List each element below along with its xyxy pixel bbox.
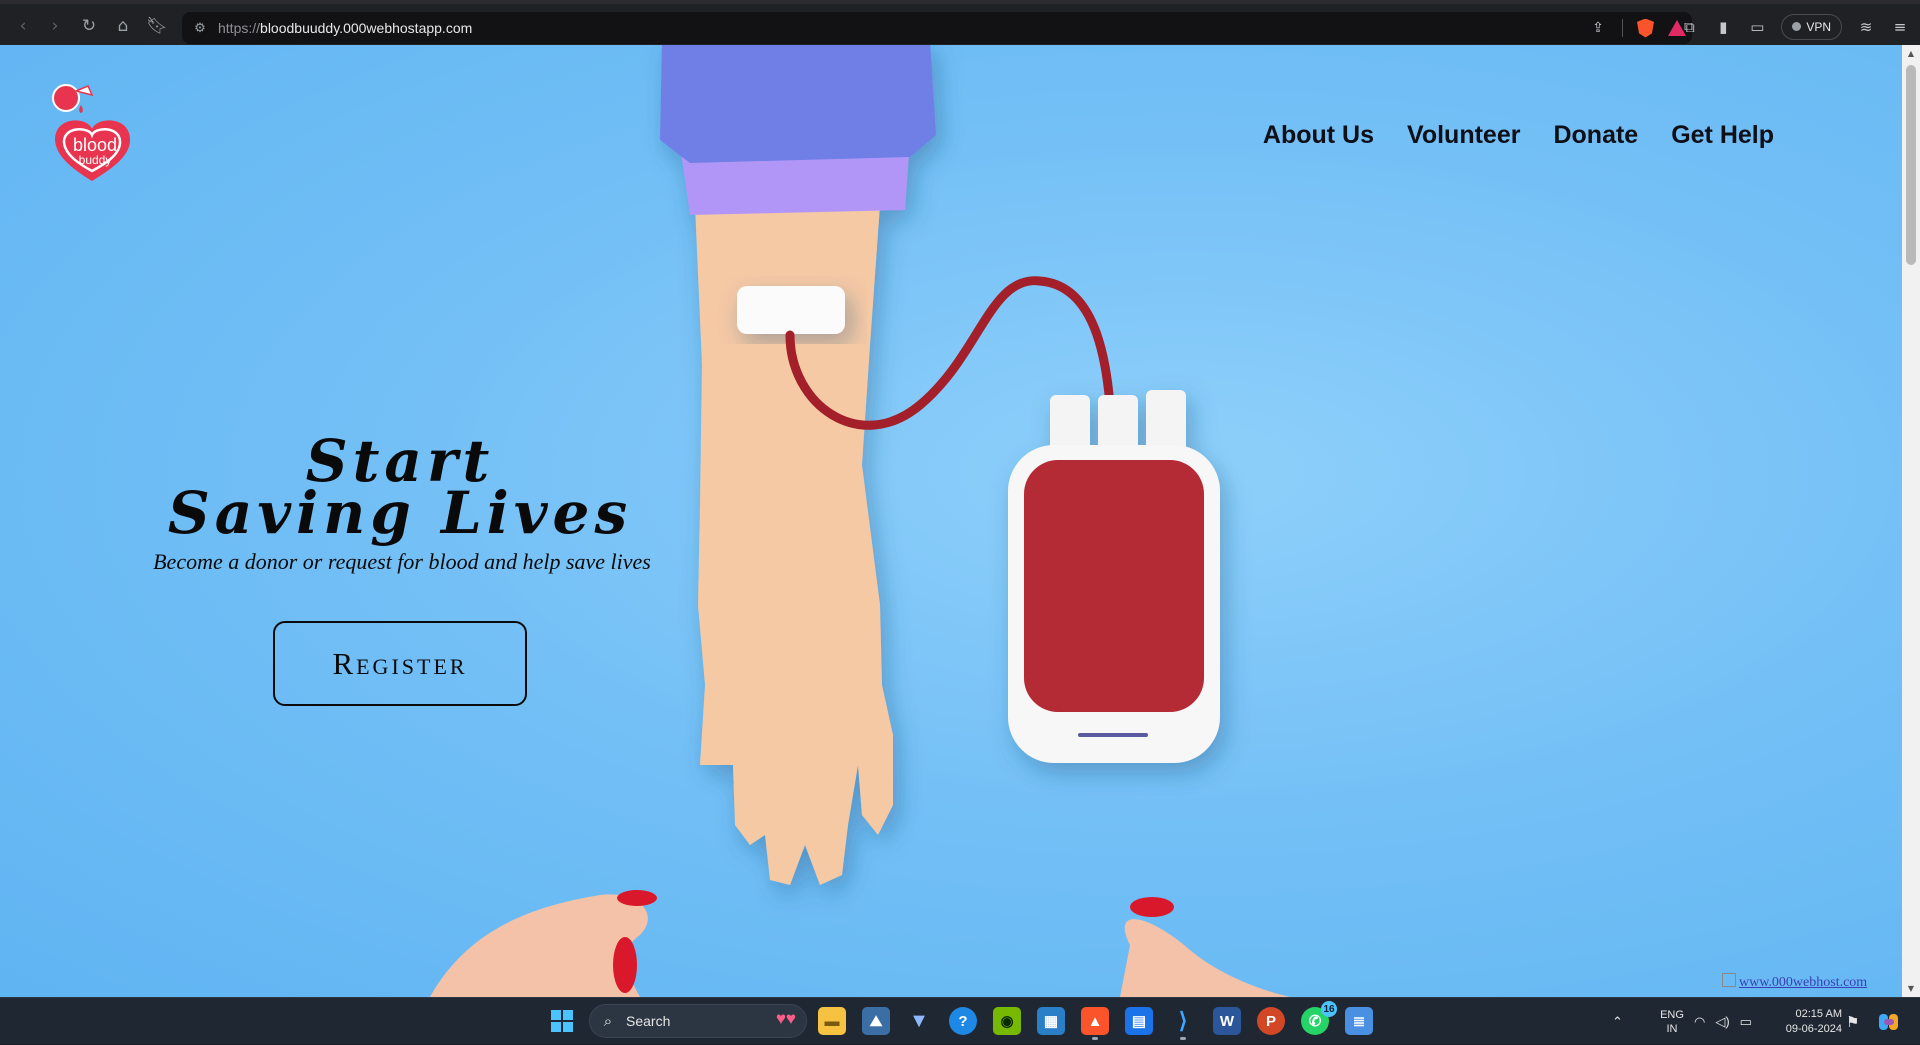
divider <box>1622 19 1623 37</box>
nav-about-us[interactable]: About Us <box>1263 121 1374 150</box>
whatsapp-badge: 16 <box>1321 1001 1337 1017</box>
wallet-icon[interactable]: ▭ <box>1747 17 1767 37</box>
leo-ai-icon[interactable]: ≋ <box>1856 17 1876 37</box>
left-nail <box>617 890 657 906</box>
search-highlight-hearts-icon: ♥♥ <box>775 1009 796 1028</box>
main-nav: About Us Volunteer Donate Get Help <box>1263 121 1774 150</box>
register-button[interactable]: Register <box>273 621 527 706</box>
calendar-icon[interactable]: ▤ <box>1125 1007 1153 1035</box>
control-panel-icon[interactable]: ▦ <box>1037 1007 1065 1035</box>
language-indicator[interactable]: ENG IN <box>1650 998 1694 1045</box>
vscode-icon[interactable]: ⟩ <box>1169 1007 1197 1040</box>
page-scrollbar[interactable]: ▲ ▼ <box>1902 45 1920 997</box>
tape <box>737 286 845 334</box>
scroll-down-icon[interactable]: ▼ <box>1906 984 1916 993</box>
sidebar-icon[interactable]: ▮ <box>1713 17 1733 37</box>
search-icon: ⌕ <box>603 1012 613 1030</box>
lang-line2: IN <box>1666 1022 1678 1035</box>
file-explorer-icon[interactable]: ▬ <box>818 1007 846 1035</box>
browser-toolbar: ‹ › ↻ ⌂ 🔖︎ ⚙ https:// bloodbuuddy.000web… <box>0 0 1920 45</box>
home-icon[interactable]: ⌂ <box>106 9 140 43</box>
vpn-button[interactable]: VPN <box>1781 13 1842 40</box>
system-tray[interactable]: ◠ ◁) ▭ <box>1694 998 1752 1045</box>
nvidia-icon[interactable]: ◉ <box>993 1007 1021 1035</box>
url-protocol: https:// <box>218 20 261 36</box>
vpn-status-icon <box>1792 22 1802 31</box>
scroll-thumb[interactable] <box>1906 65 1916 265</box>
word-icon[interactable]: W <box>1213 1007 1241 1035</box>
start-windows-icon[interactable] <box>548 1007 576 1035</box>
brave-browser-icon[interactable]: ▲ <box>1081 1007 1109 1040</box>
notepad-icon[interactable]: ≣ <box>1345 1007 1373 1035</box>
volume-icon: ◁) <box>1715 1013 1730 1029</box>
extensions-icon[interactable]: ⧉ <box>1679 17 1699 37</box>
reload-icon[interactable]: ↻ <box>72 9 106 43</box>
back-icon[interactable]: ‹ <box>6 9 40 43</box>
url-host: bloodbuuddy.000webhostapp.com <box>260 20 473 36</box>
help-icon[interactable]: ? <box>949 1007 977 1035</box>
bookmark-icon[interactable]: 🔖︎ <box>140 9 174 43</box>
whatsapp-icon[interactable]: ✆ 16 <box>1301 1001 1337 1035</box>
hero-title-line2: Saving Lives <box>167 479 633 547</box>
site-settings-icon[interactable]: ⚙ <box>182 21 218 36</box>
share-icon[interactable]: ⇪ <box>1588 18 1608 38</box>
right-nail <box>1130 897 1174 917</box>
forward-icon[interactable]: › <box>38 9 72 43</box>
wifi-icon: ◠ <box>1694 1013 1706 1029</box>
menu-icon[interactable]: ≡ <box>1890 17 1910 37</box>
brave-shields-icon[interactable] <box>1637 18 1654 38</box>
photos-icon[interactable]: ⛰ <box>862 1007 890 1035</box>
windows-taskbar: ⌕ Search ♥♥ ▬ ⛰ ▼ ? ◉ ▦ ▲ ▤ ⟩ W P ✆ 16 ≣… <box>0 997 1920 1044</box>
hero-subtitle: Become a donor or request for blood and … <box>153 549 651 574</box>
blood-buddy-logo[interactable]: blood buddy <box>50 81 140 191</box>
address-bar[interactable]: ⚙ https:// bloodbuuddy.000webhostapp.com… <box>182 12 1692 44</box>
lang-line1: ENG <box>1660 1008 1684 1021</box>
clock-time: 02:15 AM <box>1795 1007 1842 1020</box>
vpn-label: VPN <box>1806 19 1831 34</box>
taskbar-search-label: Search <box>626 1013 671 1029</box>
clock-date: 09-06-2024 <box>1785 1022 1842 1035</box>
app-triangle-icon[interactable]: ▼ <box>905 1007 933 1035</box>
webhost-badge-link[interactable]: www.000webhost.com <box>1722 973 1892 995</box>
tray-overflow-icon[interactable]: ⌃ <box>1612 998 1623 1045</box>
hero-title: Start Saving Lives <box>150 432 650 547</box>
notification-bell-icon[interactable]: ⚑ <box>1846 998 1859 1045</box>
arm <box>660 45 936 885</box>
blood-bag <box>1008 390 1220 763</box>
scroll-up-icon[interactable]: ▲ <box>1906 49 1916 58</box>
copilot-icon[interactable] <box>1878 998 1900 1045</box>
nav-get-help[interactable]: Get Help <box>1671 121 1774 150</box>
nav-volunteer[interactable]: Volunteer <box>1407 121 1520 150</box>
clock[interactable]: 02:15 AM 09-06-2024 <box>1772 998 1842 1045</box>
web-page: blood buddy About Us Volunteer Donate Ge… <box>0 45 1902 997</box>
logo-text-buddy: buddy <box>78 153 112 167</box>
nav-donate[interactable]: Donate <box>1553 121 1638 150</box>
powerpoint-icon[interactable]: P <box>1257 1007 1285 1035</box>
taskbar-search[interactable]: ⌕ Search ♥♥ <box>589 1004 807 1038</box>
battery-icon: ▭ <box>1739 1013 1752 1029</box>
